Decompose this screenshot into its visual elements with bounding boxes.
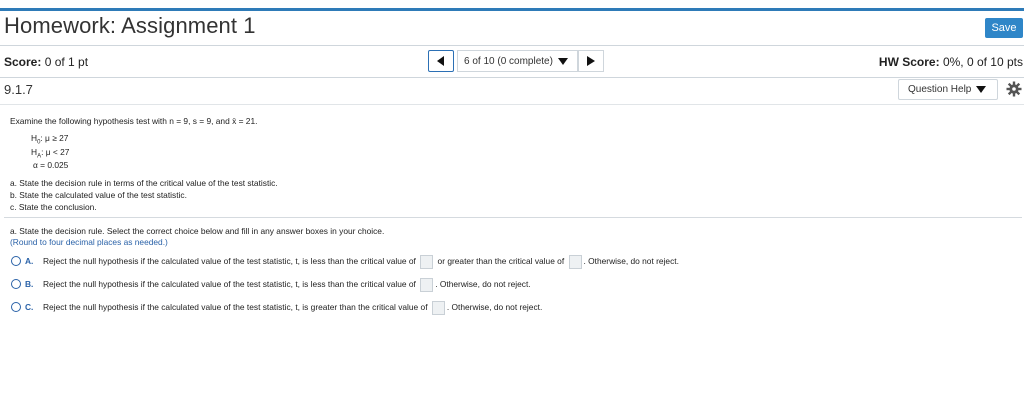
choice-a-text-part1: Reject the null hypothesis if the calcul… (43, 256, 416, 267)
caret-down-icon (976, 86, 987, 93)
arrow-left-icon (437, 56, 444, 66)
choice-c-letter: C. (25, 302, 34, 312)
alternative-hypothesis: HA: μ < 27 (31, 147, 69, 160)
next-question-button[interactable] (578, 50, 604, 72)
divider (4, 217, 1022, 218)
question-number: 9.1.7 (4, 82, 33, 97)
choice-b-answer-box[interactable] (420, 278, 434, 292)
score-display: Score: 0 of 1 pt (4, 55, 88, 69)
question-selector-label: 6 of 10 (0 complete) (464, 55, 553, 67)
question-help-label: Question Help (908, 84, 972, 95)
choice-b-text-part1: Reject the null hypothesis if the calcul… (43, 279, 416, 290)
choice-a-text: Reject the null hypothesis if the calcul… (43, 255, 679, 269)
answer-prompt: a. State the decision rule. Select the c… (10, 226, 385, 236)
choice-b-text-part2: . Otherwise, do not reject. (435, 279, 531, 290)
rounding-note: (Round to four decimal places as needed.… (10, 237, 168, 247)
null-hypothesis: H0: μ ≥ 27 (31, 133, 68, 146)
choice-b-text: Reject the null hypothesis if the calcul… (43, 278, 531, 292)
choice-c-text-part1: Reject the null hypothesis if the calcul… (43, 302, 428, 313)
choice-a-answer-box-1[interactable] (420, 255, 434, 269)
divider (0, 77, 1024, 78)
divider (0, 104, 1024, 105)
part-c-instruction: c. State the conclusion. (10, 202, 97, 212)
choice-a-text-part2: or greater than the critical value of (437, 256, 565, 267)
choice-b-letter: B. (25, 279, 34, 289)
part-b-instruction: b. State the calculated value of the tes… (10, 190, 187, 200)
choice-b-radio[interactable] (11, 279, 21, 289)
hw-score-display: HW Score: 0%, 0 of 10 pts (879, 55, 1023, 69)
choice-c-text-part2: . Otherwise, do not reject. (446, 302, 543, 313)
gear-icon[interactable] (1006, 81, 1022, 97)
save-button[interactable]: Save (985, 18, 1023, 38)
choice-a-letter: A. (25, 256, 34, 266)
score-value: 0 of 1 pt (44, 55, 89, 69)
divider (0, 45, 1024, 46)
problem-intro-xbar: x̄ = 21. (232, 116, 258, 126)
question-selector[interactable]: 6 of 10 (0 complete) (457, 50, 578, 72)
alpha-level: α = 0.025 (33, 160, 69, 170)
choice-c-text: Reject the null hypothesis if the calcul… (43, 301, 542, 315)
choice-a-answer-box-2[interactable] (568, 255, 582, 269)
h0-text: : μ ≥ 27 (40, 133, 69, 143)
problem-intro-text: Examine the following hypothesis test wi… (10, 116, 230, 126)
page-title: Homework: Assignment 1 (4, 13, 256, 38)
top-accent-line (0, 8, 1024, 11)
previous-question-button[interactable] (428, 50, 454, 72)
problem-intro: Examine the following hypothesis test wi… (10, 116, 257, 126)
choice-a-text-part3: . Otherwise, do not reject. (583, 256, 679, 267)
caret-down-icon (557, 57, 568, 65)
choice-a-radio[interactable] (11, 256, 21, 266)
part-a-instruction: a. State the decision rule in terms of t… (10, 178, 278, 188)
arrow-right-icon (587, 56, 595, 66)
choice-c-answer-box[interactable] (431, 301, 445, 315)
question-help-dropdown[interactable]: Question Help (898, 79, 998, 100)
hw-score-label: HW Score: (878, 55, 940, 69)
ha-text: : μ < 27 (41, 147, 70, 157)
score-label: Score: (4, 55, 42, 69)
choice-c-radio[interactable] (11, 302, 21, 312)
hw-score-value: 0%, 0 of 10 pts (942, 55, 1023, 69)
